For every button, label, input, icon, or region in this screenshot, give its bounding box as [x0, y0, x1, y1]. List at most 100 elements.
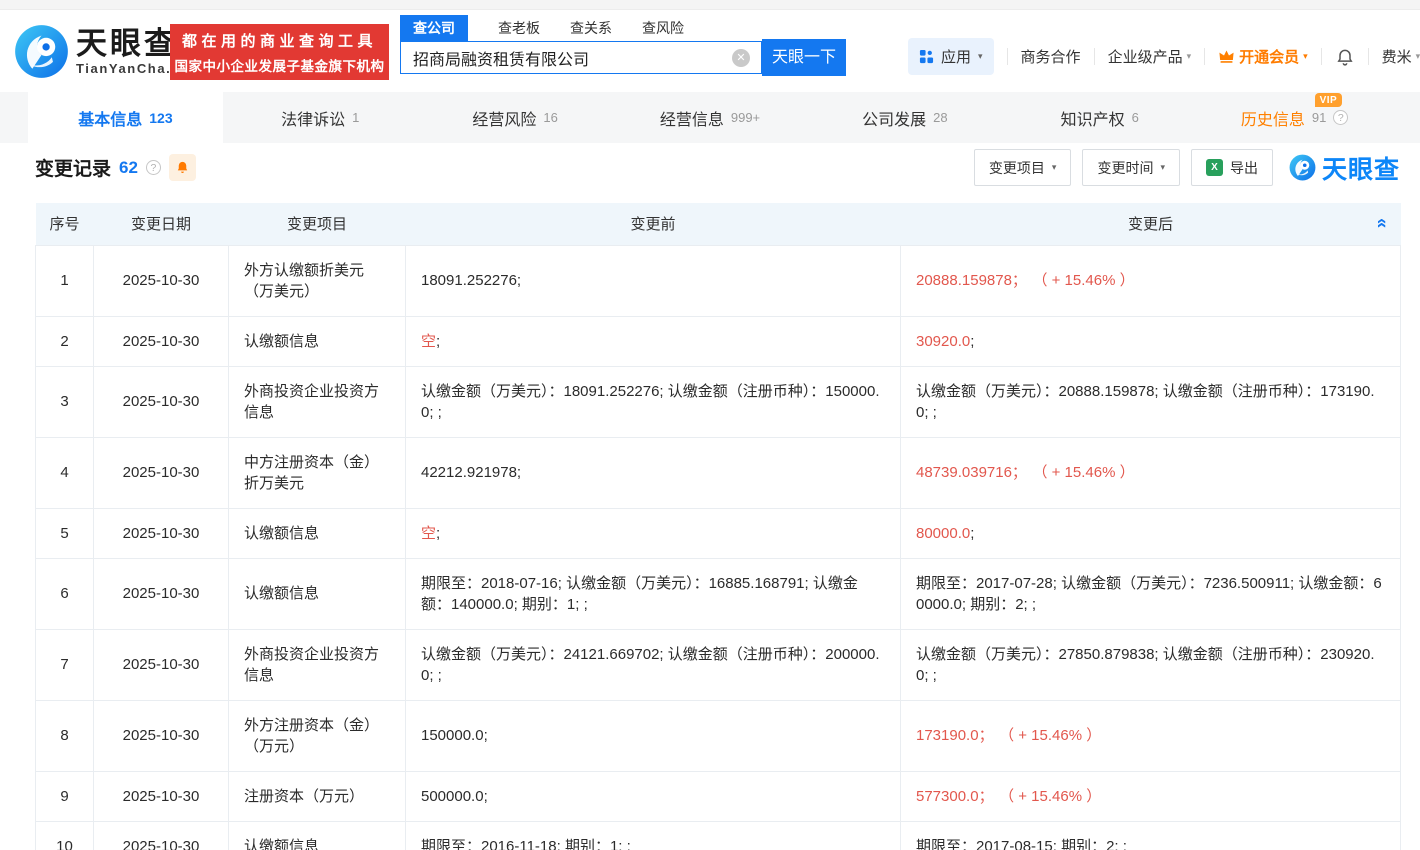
value-segment: 认缴金额（万美元）：18091.252276; 认缴金额（注册币种）：15000… — [421, 383, 880, 421]
change-item: 认缴额信息 — [229, 508, 406, 558]
change-date: 2025-10-30 — [94, 437, 229, 508]
divider — [1007, 48, 1008, 65]
filter-label: 变更时间 — [1097, 158, 1153, 178]
before-value: 18091.252276; — [406, 245, 901, 316]
divider — [1094, 48, 1095, 65]
change-date: 2025-10-30 — [94, 508, 229, 558]
tab-operating-risk[interactable]: 经营风险 16 — [418, 92, 613, 143]
value-segment: 20888.159878； — [916, 272, 1027, 289]
tab-count: 999+ — [731, 110, 760, 125]
change-date: 2025-10-30 — [94, 558, 229, 629]
divider — [1368, 48, 1369, 65]
section-toolbar: 变更项目 ▾ 变更时间 ▾ X 导出 — [974, 149, 1400, 186]
tab-history-info[interactable]: 历史信息 91 ? VIP — [1197, 92, 1392, 143]
section-title-block: 变更记录 62 ? — [35, 154, 196, 181]
tab-label: 法律诉讼 — [281, 106, 345, 130]
apps-menu[interactable]: 应用 ▾ — [908, 38, 994, 75]
user-menu[interactable]: 费米 ▾ — [1382, 46, 1420, 67]
value-segment: ; — [436, 525, 440, 542]
before-value: 期限至：2016-11-18; 期别：1; ; — [406, 821, 901, 850]
change-item: 中方注册资本（金）折万美元 — [229, 437, 406, 508]
tab-label: 基本信息 — [78, 106, 142, 130]
change-date: 2025-10-30 — [94, 700, 229, 771]
value-segment: 80000.0 — [916, 525, 970, 542]
change-item: 认缴额信息 — [229, 558, 406, 629]
value-segment: 500000.0; — [421, 788, 488, 805]
search-tab-company[interactable]: 查公司 — [400, 15, 468, 41]
change-date: 2025-10-30 — [94, 316, 229, 366]
divider — [1204, 48, 1205, 65]
notification-bell-icon[interactable] — [1335, 47, 1355, 67]
after-value: 认缴金额（万美元）：20888.159878; 认缴金额（注册币种）：17319… — [901, 366, 1401, 437]
nav-open-vip[interactable]: 开通会员 ▾ — [1218, 46, 1308, 67]
row-index: 1 — [36, 245, 94, 316]
change-item: 外方注册资本（金）（万元） — [229, 700, 406, 771]
tab-label: 历史信息 — [1241, 106, 1305, 130]
search-tab-relation[interactable]: 查关系 — [570, 18, 612, 38]
vip-badge: VIP — [1315, 93, 1343, 107]
tab-count: 91 — [1312, 110, 1326, 125]
change-date: 2025-10-30 — [94, 821, 229, 850]
help-icon[interactable]: ? — [146, 160, 161, 175]
change-date: 2025-10-30 — [94, 245, 229, 316]
subscribe-bell-button[interactable] — [169, 154, 196, 181]
tab-count: 16 — [543, 110, 557, 125]
value-segment: （ + 15.46% ） — [1040, 272, 1135, 289]
search-tab-boss[interactable]: 查老板 — [498, 18, 540, 38]
value-segment: 认缴金额（万美元）：24121.669702; 认缴金额（注册币种）：20000… — [421, 646, 880, 684]
export-button[interactable]: X 导出 — [1191, 149, 1273, 186]
value-segment: 42212.921978; — [421, 464, 521, 481]
chevron-down-icon: ▾ — [1416, 51, 1420, 62]
promo-banner: 都在用的商业查询工具 国家中小企业发展子基金旗下机构 — [170, 24, 389, 80]
tab-legal-proceedings[interactable]: 法律诉讼 1 — [223, 92, 418, 143]
before-value: 认缴金额（万美元）：18091.252276; 认缴金额（注册币种）：15000… — [406, 366, 901, 437]
after-value: 80000.0; — [901, 508, 1401, 558]
value-segment: ; — [970, 525, 974, 542]
tab-company-development[interactable]: 公司发展 28 — [807, 92, 1002, 143]
nav-business-cooperation[interactable]: 商务合作 — [1021, 46, 1081, 67]
change-date: 2025-10-30 — [94, 771, 229, 821]
filter-change-item-button[interactable]: 变更项目 ▾ — [974, 149, 1072, 186]
change-item: 认缴额信息 — [229, 316, 406, 366]
tab-label: 经营信息 — [660, 106, 724, 130]
row-index: 5 — [36, 508, 94, 558]
col-before: 变更前 — [406, 203, 901, 245]
search-button[interactable]: 天眼一下 — [762, 39, 846, 76]
table-row: 92025-10-30注册资本（万元）500000.0;577300.0；（ +… — [36, 771, 1401, 821]
collapse-icon[interactable]: « — [1372, 218, 1393, 228]
row-index: 4 — [36, 437, 94, 508]
after-value: 期限至：2017-07-28; 认缴金额（万美元）：7236.500911; 认… — [901, 558, 1401, 629]
tab-operating-info[interactable]: 经营信息 999+ — [613, 92, 808, 143]
change-item: 外方认缴额折美元（万美元） — [229, 245, 406, 316]
after-value: 173190.0；（ + 15.46% ） — [901, 700, 1401, 771]
search-input[interactable] — [400, 41, 762, 74]
section-title: 变更记录 — [35, 154, 111, 181]
after-value: 48739.039716； （ + 15.46% ） — [901, 437, 1401, 508]
value-segment: 30920.0 — [916, 333, 970, 350]
chevron-down-icon: ▾ — [978, 51, 983, 62]
after-value: 20888.159878； （ + 15.46% ） — [901, 245, 1401, 316]
tab-count: 28 — [933, 110, 947, 125]
tab-basic-info[interactable]: 基本信息 123 — [28, 92, 223, 143]
value-segment: 48739.039716； — [916, 464, 1027, 481]
bell-icon — [175, 160, 190, 175]
tab-label: 经营风险 — [472, 106, 536, 130]
value-segment: 认缴金额（万美元）：20888.159878; 认缴金额（注册币种）：17319… — [916, 383, 1375, 421]
tab-intellectual-property[interactable]: 知识产权 6 — [1002, 92, 1197, 143]
value-segment: （ + 15.46% ） — [1040, 464, 1135, 481]
before-value: 期限至：2018-07-16; 认缴金额（万美元）：16885.168791; … — [406, 558, 901, 629]
nav-enterprise-products[interactable]: 企业级产品 ▾ — [1108, 46, 1192, 67]
tab-label: 知识产权 — [1061, 106, 1125, 130]
change-date: 2025-10-30 — [94, 366, 229, 437]
clear-search-icon[interactable]: ✕ — [732, 49, 750, 67]
tianyancha-page: 天眼查 TianYanCha.com 都在用的商业查询工具 国家中小企业发展子基… — [0, 0, 1420, 850]
tianyancha-logo-icon — [14, 24, 69, 79]
vip-label: 开通会员 — [1239, 46, 1299, 67]
row-index: 3 — [36, 366, 94, 437]
chevron-down-icon: ▾ — [1160, 162, 1165, 173]
filter-change-time-button[interactable]: 变更时间 ▾ — [1082, 149, 1180, 186]
search-tab-risk[interactable]: 查风险 — [642, 18, 684, 38]
row-index: 10 — [36, 821, 94, 850]
help-icon[interactable]: ? — [1333, 110, 1348, 125]
col-change-item: 变更项目 — [229, 203, 406, 245]
